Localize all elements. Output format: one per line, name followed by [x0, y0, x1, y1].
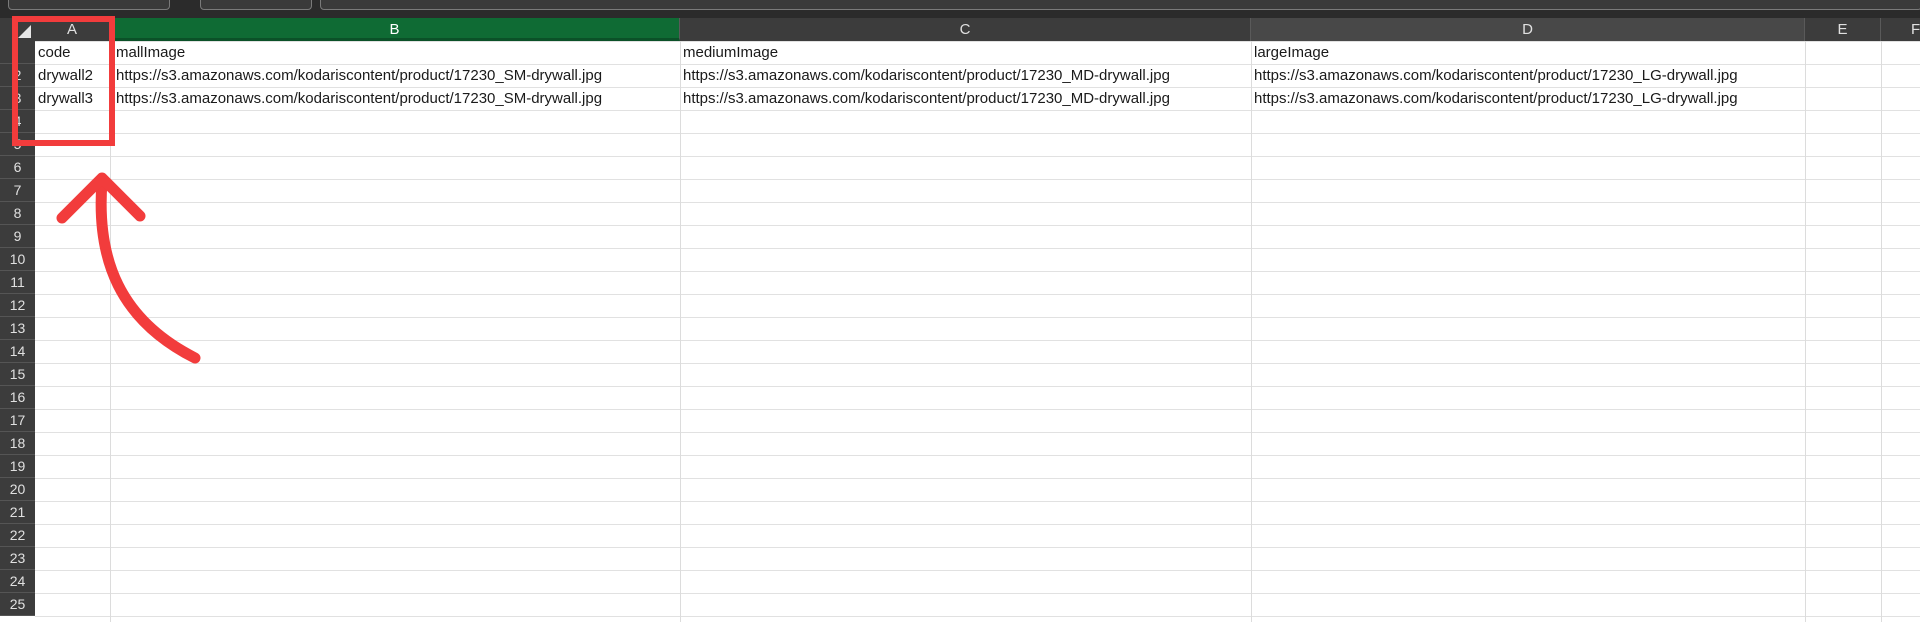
column-header-row: A B C D E F	[0, 18, 1920, 41]
cell-b3[interactable]: https://s3.amazonaws.com/kodariscontent/…	[110, 87, 602, 110]
name-box[interactable]	[8, 0, 170, 10]
cell-b1[interactable]: mallImage	[110, 41, 185, 64]
row-header[interactable]: 7	[0, 179, 35, 202]
grid-line	[1251, 41, 1252, 622]
row-header[interactable]: 21	[0, 501, 35, 524]
row-header[interactable]: 11	[0, 271, 35, 294]
cell-d1[interactable]: largeImage	[1251, 41, 1329, 64]
grid-line	[1805, 41, 1806, 622]
row-header[interactable]: 22	[0, 524, 35, 547]
cell-d2[interactable]: https://s3.amazonaws.com/kodariscontent/…	[1251, 64, 1738, 87]
row-header[interactable]: 20	[0, 478, 35, 501]
row-header[interactable]: 13	[0, 317, 35, 340]
cell-c1[interactable]: mediumImage	[680, 41, 778, 64]
formula-bar	[0, 0, 1920, 18]
row-header[interactable]: 16	[0, 386, 35, 409]
function-buttons[interactable]	[200, 0, 312, 10]
annotation-highlight-box	[12, 16, 115, 146]
column-header-d[interactable]: D	[1251, 18, 1805, 41]
row-header[interactable]: 19	[0, 455, 35, 478]
row-header[interactable]: 25	[0, 593, 35, 616]
grid-line	[680, 41, 681, 622]
row-header[interactable]: 15	[0, 363, 35, 386]
row-header[interactable]: 8	[0, 202, 35, 225]
row-header[interactable]: 18	[0, 432, 35, 455]
row-header[interactable]: 23	[0, 547, 35, 570]
row-header[interactable]: 6	[0, 156, 35, 179]
row-header[interactable]: 24	[0, 570, 35, 593]
cell-d3[interactable]: https://s3.amazonaws.com/kodariscontent/…	[1251, 87, 1738, 110]
column-header-c[interactable]: C	[680, 18, 1251, 41]
formula-input[interactable]	[320, 0, 1920, 10]
row-header[interactable]: 17	[0, 409, 35, 432]
cell-b2[interactable]: https://s3.amazonaws.com/kodariscontent/…	[110, 64, 602, 87]
cell-c2[interactable]: https://s3.amazonaws.com/kodariscontent/…	[680, 64, 1170, 87]
grid-line	[1881, 41, 1882, 622]
row-header[interactable]: 12	[0, 294, 35, 317]
column-header-e[interactable]: E	[1805, 18, 1881, 41]
cell-c3[interactable]: https://s3.amazonaws.com/kodariscontent/…	[680, 87, 1170, 110]
row-header[interactable]: 14	[0, 340, 35, 363]
row-header[interactable]: 9	[0, 225, 35, 248]
cell-grid[interactable]	[35, 41, 1920, 622]
spreadsheet-window: A B C D E F 2 3 4 5 6 7 8 9 10 11 12 13 …	[0, 0, 1920, 622]
column-header-b[interactable]: B	[110, 18, 680, 41]
column-header-f[interactable]: F	[1881, 18, 1920, 41]
row-header[interactable]: 10	[0, 248, 35, 271]
